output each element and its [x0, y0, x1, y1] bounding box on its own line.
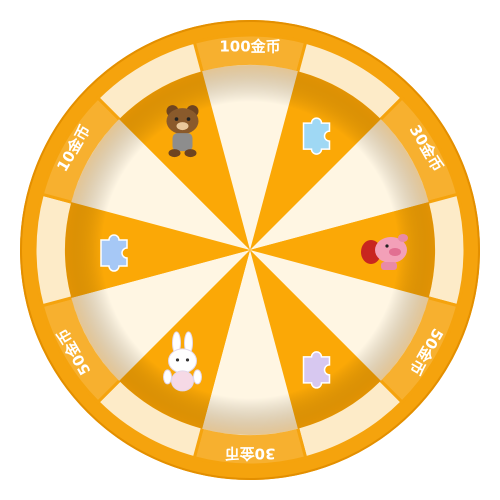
prize-label-3: 30金币 [225, 445, 276, 463]
prize-label-0: 100金币 [219, 38, 280, 56]
prize-wheel[interactable]: 100金币30金币50金币30金币50金币10金币 [0, 0, 500, 500]
